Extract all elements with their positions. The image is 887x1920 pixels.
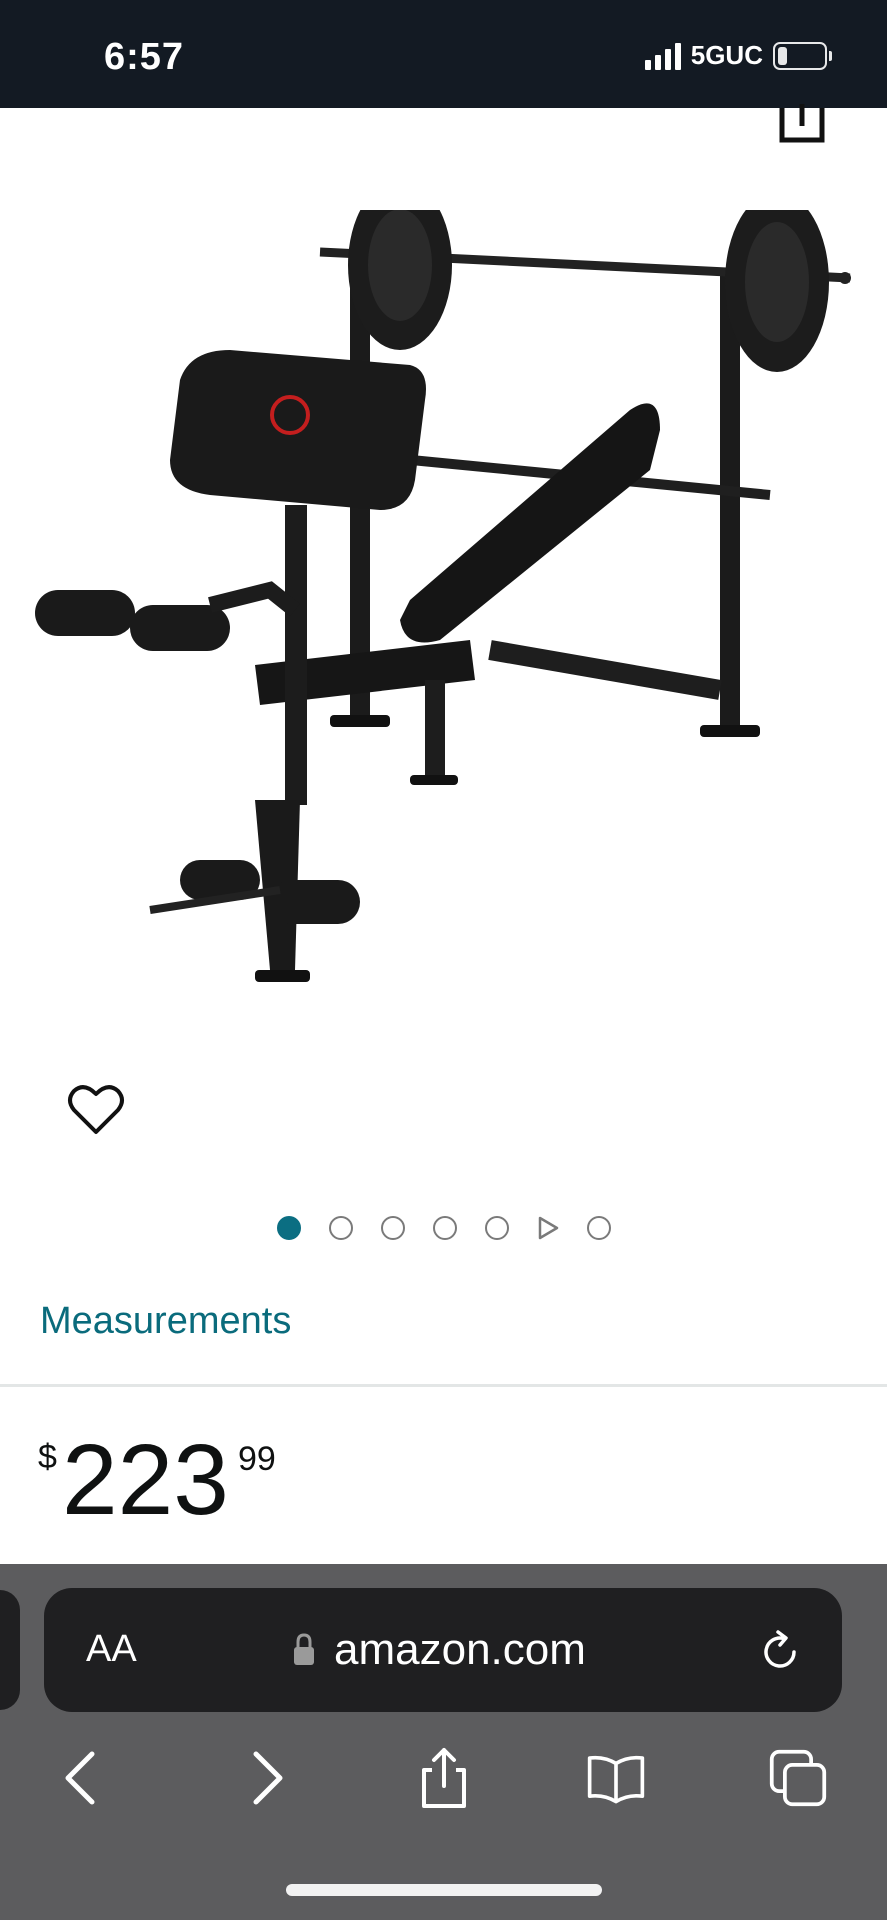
- price-currency-symbol: $: [38, 1438, 57, 1476]
- price-whole: 223: [62, 1424, 229, 1536]
- forward-icon[interactable]: [236, 1746, 296, 1810]
- carousel-dot-2[interactable]: [328, 1216, 353, 1240]
- back-icon[interactable]: [52, 1746, 112, 1810]
- network-label: 5GUC: [690, 40, 763, 70]
- signal-icon: [644, 42, 681, 70]
- battery-icon: [773, 41, 832, 70]
- share-icon[interactable]: [778, 104, 826, 144]
- status-bar: 6:57 5GUC: [0, 0, 887, 108]
- carousel-dot-4[interactable]: [432, 1216, 457, 1240]
- carousel-dot-3[interactable]: [380, 1216, 405, 1240]
- heart-icon[interactable]: [66, 1082, 126, 1138]
- home-indicator[interactable]: [286, 1884, 602, 1896]
- product-image[interactable]: [20, 210, 870, 1010]
- bookmarks-icon[interactable]: [586, 1746, 646, 1810]
- price-fraction: 99: [238, 1440, 276, 1478]
- lock-icon: [294, 1633, 314, 1665]
- text-size-button[interactable]: AA: [86, 1628, 137, 1671]
- reload-icon[interactable]: [756, 1628, 804, 1676]
- image-carousel-indicator[interactable]: [0, 1212, 887, 1244]
- status-indicators: 5GUC: [644, 40, 832, 71]
- carousel-dot-5[interactable]: [484, 1216, 509, 1240]
- url-text[interactable]: amazon.com: [334, 1625, 586, 1675]
- carousel-dot-7[interactable]: [586, 1216, 611, 1240]
- previous-tab-preview[interactable]: [0, 1590, 20, 1710]
- tabs-icon[interactable]: [768, 1746, 828, 1810]
- share-icon[interactable]: [414, 1746, 474, 1810]
- measurements-link[interactable]: Measurements: [40, 1300, 291, 1343]
- carousel-dot-1[interactable]: [276, 1216, 301, 1240]
- carousel-video-play-icon[interactable]: [537, 1216, 559, 1240]
- section-divider: [0, 1384, 887, 1387]
- status-time: 6:57: [104, 36, 185, 78]
